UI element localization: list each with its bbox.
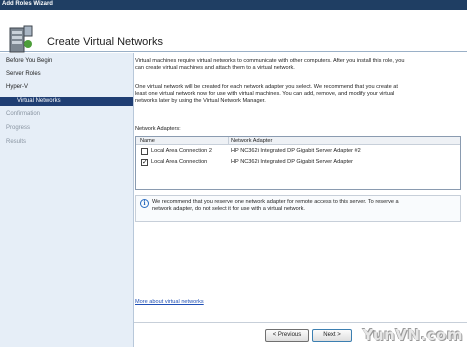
server-icon — [9, 25, 33, 53]
wizard-content: Virtual machines require virtual network… — [134, 53, 467, 347]
nav-step-label: Server Roles — [6, 71, 41, 77]
column-header-name[interactable]: Name — [140, 138, 155, 144]
window-title: Add Roles Wizard — [2, 1, 53, 7]
info-icon: i — [140, 199, 149, 208]
watermark-logo: YunVN.com — [362, 326, 463, 344]
nav-step-server-roles[interactable]: Server Roles — [0, 70, 133, 79]
table-row[interactable]: Local Area Connection 2 HP NC362i Integr… — [136, 147, 460, 156]
intro-paragraph: Virtual machines require virtual network… — [135, 58, 461, 72]
info-line: We recommend that you reserve one networ… — [152, 199, 399, 205]
adapter-model: HP NC362i Integrated DP Gigabit Server A… — [231, 148, 361, 154]
nav-step-virtual-networks[interactable]: Virtual Networks — [0, 97, 133, 106]
more-about-virtual-networks-link[interactable]: More about virtual networks — [135, 299, 204, 305]
nav-step-results: Results — [0, 138, 133, 147]
nav-step-before-you-begin[interactable]: Before You Begin — [0, 57, 133, 66]
nav-step-label: Virtual Networks — [17, 98, 61, 104]
title-bar: Add Roles Wizard — [0, 0, 467, 10]
nav-step-label: Progress — [6, 125, 31, 131]
previous-button[interactable]: < Previous — [265, 329, 309, 342]
table-header: Name Network Adapter — [136, 137, 460, 145]
nav-step-label: Confirmation — [6, 111, 41, 117]
adapter-name: Local Area Connection — [151, 159, 208, 165]
adapter-checkbox[interactable] — [141, 148, 148, 155]
next-button[interactable]: Next > — [312, 329, 352, 342]
nav-step-confirmation: Confirmation — [0, 110, 133, 119]
wizard-steps-nav: Before You Begin Server Roles Hyper-V Vi… — [0, 53, 134, 347]
info-note: i We recommend that you reserve one netw… — [135, 195, 461, 222]
column-divider[interactable] — [228, 137, 229, 145]
info-line: network adapter, do not select it for us… — [152, 206, 305, 213]
description-line: least one virtual network now for use wi… — [135, 91, 395, 98]
table-row[interactable]: Local Area Connection HP NC362i Integrat… — [136, 158, 460, 167]
intro-line: can create virtual machines and attach t… — [135, 65, 295, 72]
network-adapters-table: Name Network Adapter Local Area Connecti… — [135, 136, 461, 190]
adapter-name: Local Area Connection 2 — [151, 148, 212, 154]
adapter-model: HP NC362i Integrated DP Gigabit Server A… — [231, 159, 353, 165]
nav-step-label: Results — [6, 139, 27, 145]
nav-step-label: Hyper-V — [6, 84, 29, 90]
intro-line: Virtual machines require virtual network… — [135, 58, 405, 64]
nav-step-progress: Progress — [0, 124, 133, 133]
description-line: networks later by using the Virtual Netw… — [135, 98, 266, 105]
description-line: One virtual network will be created for … — [135, 84, 398, 90]
nav-step-label: Before You Begin — [6, 58, 53, 64]
wizard-header: Create Virtual Networks — [0, 10, 467, 53]
adapter-checkbox[interactable] — [141, 158, 148, 166]
network-adapters-label: Network Adapters: — [135, 126, 181, 132]
description-paragraph: One virtual network will be created for … — [135, 84, 461, 106]
column-header-network-adapter[interactable]: Network Adapter — [231, 138, 272, 144]
info-text: We recommend that you reserve one networ… — [152, 199, 457, 213]
nav-step-hyper-v[interactable]: Hyper-V — [0, 83, 133, 92]
page-title: Create Virtual Networks — [47, 36, 163, 48]
